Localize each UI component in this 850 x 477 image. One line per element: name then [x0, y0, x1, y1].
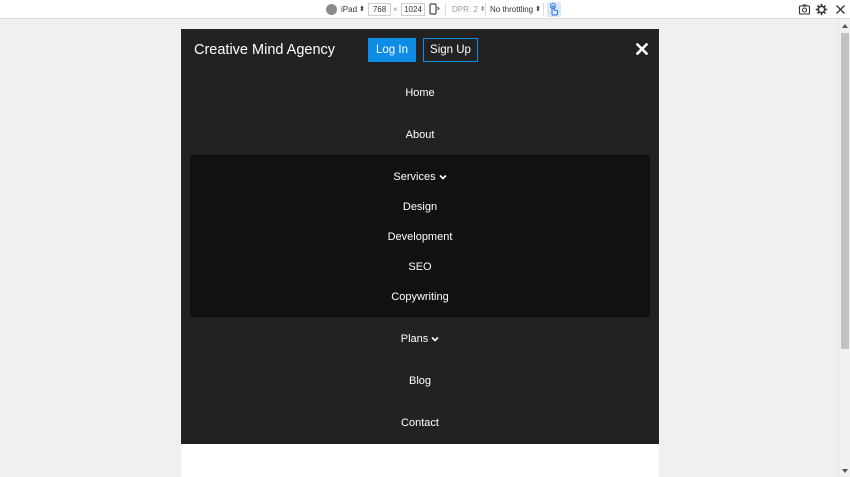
submenu-item-seo[interactable]: SEO	[190, 260, 650, 274]
toolbar-divider	[485, 3, 486, 16]
nav-link-about[interactable]: About	[181, 128, 659, 142]
nav-link-contact[interactable]: Contact	[181, 416, 659, 430]
throttling-select[interactable]: No throttling ⬍	[490, 3, 541, 16]
mobile-navigation: Creative Mind Agency Log In Sign Up Home…	[181, 29, 659, 444]
services-toggle[interactable]: Services	[190, 170, 650, 184]
devtools-toolbar: iPad ⬍ 768 × 1024 DPR: 2 ⬍ No throttling ⬍	[0, 0, 850, 19]
submenu-item-copywriting[interactable]: Copywriting	[190, 290, 650, 304]
width-field[interactable]: 768	[368, 3, 391, 16]
toolbar-divider	[543, 3, 544, 16]
nav-link-blog[interactable]: Blog	[181, 374, 659, 388]
device-select[interactable]: iPad ⬍	[341, 3, 365, 16]
page-scrollbar[interactable]	[838, 19, 850, 477]
throttling-label: No throttling	[490, 5, 534, 14]
close-menu-icon[interactable]	[636, 43, 648, 55]
rotate-icon[interactable]	[428, 3, 440, 15]
select-arrows-icon: ⬍	[359, 6, 365, 13]
chevron-down-icon	[431, 337, 439, 342]
scroll-down-arrow-icon[interactable]	[842, 469, 848, 473]
brand-logo[interactable]: Creative Mind Agency	[194, 42, 335, 58]
height-field[interactable]: 1024	[401, 3, 425, 16]
screenshot-icon[interactable]	[798, 3, 811, 16]
submenu-item-development[interactable]: Development	[190, 230, 650, 244]
chevron-down-icon	[439, 175, 447, 180]
device-icon	[326, 4, 337, 15]
signup-button[interactable]: Sign Up	[423, 38, 478, 62]
nav-link-home[interactable]: Home	[181, 86, 659, 100]
dimension-separator: ×	[393, 5, 398, 14]
login-button[interactable]: Log In	[368, 38, 416, 62]
select-arrows-icon: ⬍	[535, 6, 542, 13]
touch-simulation-icon[interactable]	[547, 2, 561, 17]
toolbar-divider	[445, 3, 446, 16]
services-label: Services	[393, 171, 436, 183]
device-name: iPad	[341, 5, 358, 14]
services-dropdown: Services Design Development SEO Copywrit…	[190, 155, 650, 317]
settings-gear-icon[interactable]	[815, 3, 828, 16]
scroll-up-arrow-icon[interactable]	[842, 24, 848, 28]
submenu-item-design[interactable]: Design	[190, 200, 650, 214]
plans-label: Plans	[400, 333, 429, 345]
dpr-select[interactable]: DPR: 2 ⬍	[452, 3, 486, 16]
device-viewport: Creative Mind Agency Log In Sign Up Home…	[181, 29, 659, 477]
plans-toggle[interactable]: Plans	[181, 332, 659, 346]
dpr-label: DPR: 2	[452, 5, 478, 14]
close-devtools-icon[interactable]	[834, 3, 847, 16]
scrollbar-thumb[interactable]	[841, 33, 849, 349]
